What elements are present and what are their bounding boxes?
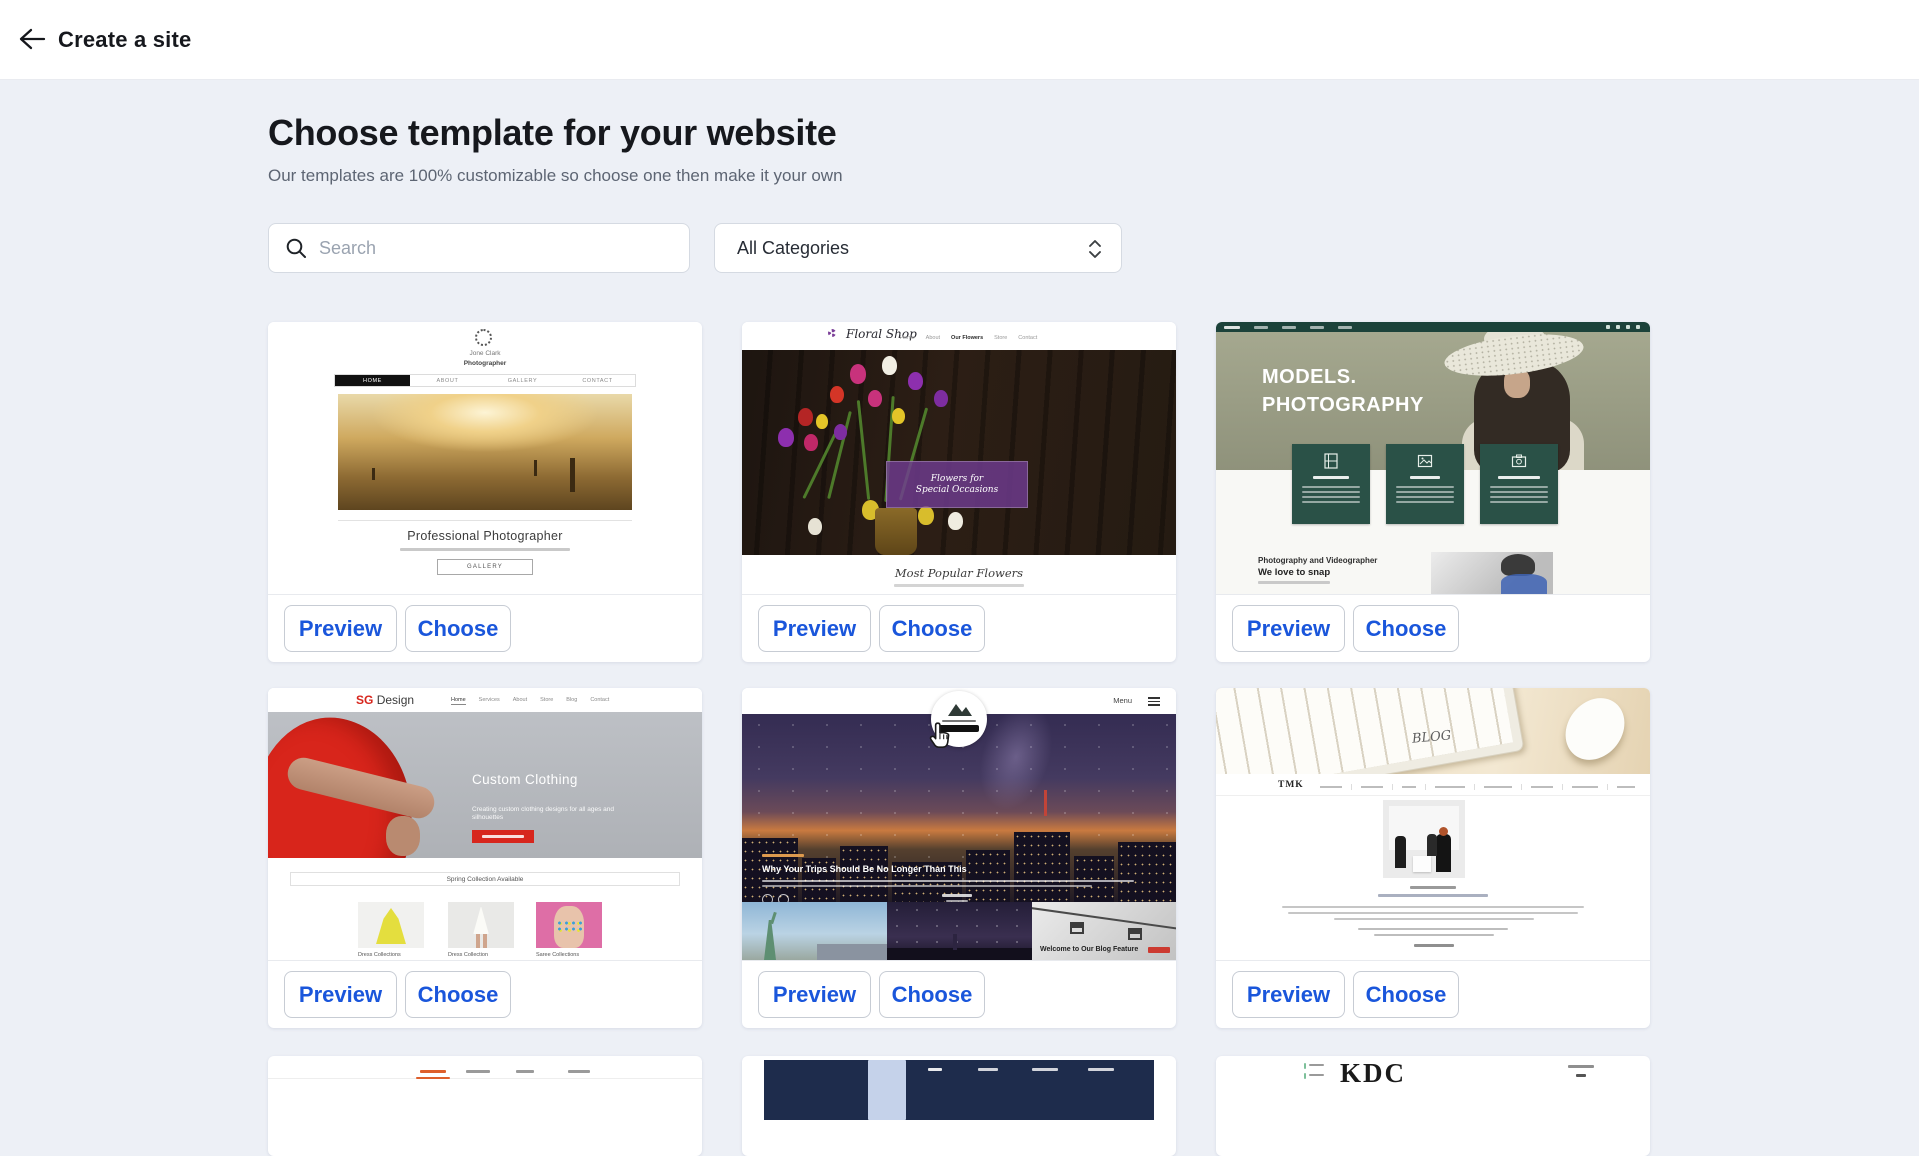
template-card-partial-1 xyxy=(268,1056,702,1156)
search-input[interactable] xyxy=(319,225,679,271)
hero-headline: Why Your Trips Should Be No Longer Than … xyxy=(762,864,967,874)
feature-card-photos xyxy=(1386,444,1464,524)
preview-button[interactable]: Preview xyxy=(1232,605,1345,652)
template-card-sg-design: SG Design HomeServices AboutStore BlogCo… xyxy=(268,688,702,1028)
hero-overlay: Flowers for Special Occasions xyxy=(886,461,1028,508)
preview-button[interactable]: Preview xyxy=(758,605,871,652)
hero-text: Creating custom clothing designs for all… xyxy=(472,806,628,822)
template-logo-icon xyxy=(475,329,492,346)
feature-card-videography xyxy=(1292,444,1370,524)
portrait-photo xyxy=(1431,552,1553,594)
preview-button[interactable]: Preview xyxy=(1232,971,1345,1018)
product-photo-bikini xyxy=(536,902,602,948)
template-nav: HomeAbout Our FlowersStore Contact xyxy=(900,335,1037,341)
preview-button[interactable]: Preview xyxy=(284,605,397,652)
hand-cursor-icon xyxy=(928,721,954,756)
template-thumbnail-photographer: Jone Clark Photographer HOMEABOUT GALLER… xyxy=(268,322,702,594)
template-thumbnail-models: MODELS. PHOTOGRAPHY xyxy=(1216,322,1650,594)
mountain-icon xyxy=(944,700,974,718)
template-headline: Professional Photographer xyxy=(268,529,702,543)
page-title: Create a site xyxy=(58,0,191,80)
template-logo-role: Photographer xyxy=(268,360,702,367)
template-thumbnail-floral: Floral Shop HomeAbout Our FlowersStore C… xyxy=(742,322,1176,594)
template-card-partial-2 xyxy=(742,1056,1176,1156)
hero-title: Custom Clothing xyxy=(472,772,578,787)
template-logo-name: Jone Clark xyxy=(268,350,702,357)
category-selected-value: All Categories xyxy=(737,224,849,272)
template-card-partial-3: KDC xyxy=(1216,1056,1650,1156)
category-select[interactable]: All Categories xyxy=(714,223,1122,273)
product-photo-white-skirt xyxy=(448,902,514,948)
mouse-graphic xyxy=(1553,688,1636,772)
search-box xyxy=(268,223,690,273)
choose-button[interactable]: Choose xyxy=(405,605,511,652)
template-logo-name: TMK xyxy=(1278,780,1304,790)
section-subtitle: Our templates are 100% customizable so c… xyxy=(268,166,843,186)
photo-statue-of-liberty xyxy=(742,902,887,960)
preview-button[interactable]: Preview xyxy=(284,971,397,1018)
arrow-left-icon xyxy=(18,28,46,55)
top-bar: Create a site xyxy=(0,0,1919,80)
choose-button[interactable]: Choose xyxy=(879,971,985,1018)
card-footer: Preview Choose xyxy=(268,594,702,662)
hero-photo-field xyxy=(338,394,632,510)
template-tab-bar xyxy=(268,1064,702,1079)
template-logo-name: SG Design xyxy=(356,693,414,707)
template-card-floral: Floral Shop HomeAbout Our FlowersStore C… xyxy=(742,322,1176,662)
choose-button[interactable]: Choose xyxy=(879,605,985,652)
choose-button[interactable]: Choose xyxy=(1353,605,1459,652)
template-thumbnail-tmk-blog: BLOG TMK xyxy=(1216,688,1650,960)
hero-photo-red-dress: Custom Clothing Creating custom clothing… xyxy=(268,712,702,858)
template-logo-name: KDC xyxy=(1340,1058,1406,1089)
template-card-tmk-blog: BLOG TMK Preview Choose xyxy=(1216,688,1650,1028)
product-caption: Saree Collections xyxy=(536,952,579,958)
blog-caption: Welcome to Our Blog Feature xyxy=(1040,946,1138,953)
template-nav: HomeServices AboutStore BlogContact xyxy=(451,697,609,705)
template-card-photographer: Jone Clark Photographer HOMEABOUT GALLER… xyxy=(268,322,702,662)
hero-photo-tulips: Flowers for Special Occasions xyxy=(742,350,1176,555)
collection-banner: Spring Collection Available xyxy=(290,872,680,886)
template-nav-dark xyxy=(764,1060,1154,1120)
template-nav: HOMEABOUT GALLERYCONTACT xyxy=(334,374,636,387)
search-icon xyxy=(285,237,308,260)
back-button[interactable] xyxy=(12,26,52,56)
template-thumbnail-sg-design: SG Design HomeServices AboutStore BlogCo… xyxy=(268,688,702,960)
product-caption: Dress Collections xyxy=(358,952,401,958)
template-card-models: MODELS. PHOTOGRAPHY xyxy=(1216,322,1650,662)
product-caption: Dress Collection xyxy=(448,952,488,958)
choose-button[interactable]: Choose xyxy=(405,971,511,1018)
hero-photo-keyboard: BLOG xyxy=(1216,688,1650,774)
keyboard-graphic xyxy=(1216,688,1525,774)
template-nav: TMK xyxy=(1216,774,1650,796)
choose-button[interactable]: Choose xyxy=(1353,971,1459,1018)
photo-night-sky xyxy=(887,902,1032,960)
flower-logo-icon xyxy=(828,329,836,337)
article-photo xyxy=(1383,800,1465,878)
menu-label: Menu xyxy=(1113,696,1132,705)
hero-cta-button xyxy=(472,830,534,843)
preview-button[interactable]: Preview xyxy=(758,971,871,1018)
template-nav xyxy=(1216,322,1650,332)
blog-photo-strip: Welcome to Our Blog Feature xyxy=(742,902,1176,960)
section-subtitle: We love to snap xyxy=(1258,567,1330,578)
film-icon xyxy=(1323,453,1339,469)
stepper-chevrons-icon xyxy=(1087,238,1103,260)
feature-card-photography xyxy=(1480,444,1558,524)
section-heading: Choose template for your website xyxy=(268,112,837,154)
template-thumbnail-travel-blog: Menu Why Your Trips Should Be xyxy=(742,688,1176,960)
section-title: Photography and Videographer xyxy=(1258,556,1377,565)
section-title: Most Popular Flowers xyxy=(742,566,1176,580)
image-icon xyxy=(1417,453,1433,469)
gallery-button: GALLERY xyxy=(437,559,533,575)
product-photo-yellow-dress xyxy=(358,902,424,948)
camera-icon xyxy=(1511,453,1527,469)
photo-ski-lift: Welcome to Our Blog Feature xyxy=(1032,902,1176,960)
template-card-travel-blog: Menu Why Your Trips Should Be xyxy=(742,688,1176,1028)
